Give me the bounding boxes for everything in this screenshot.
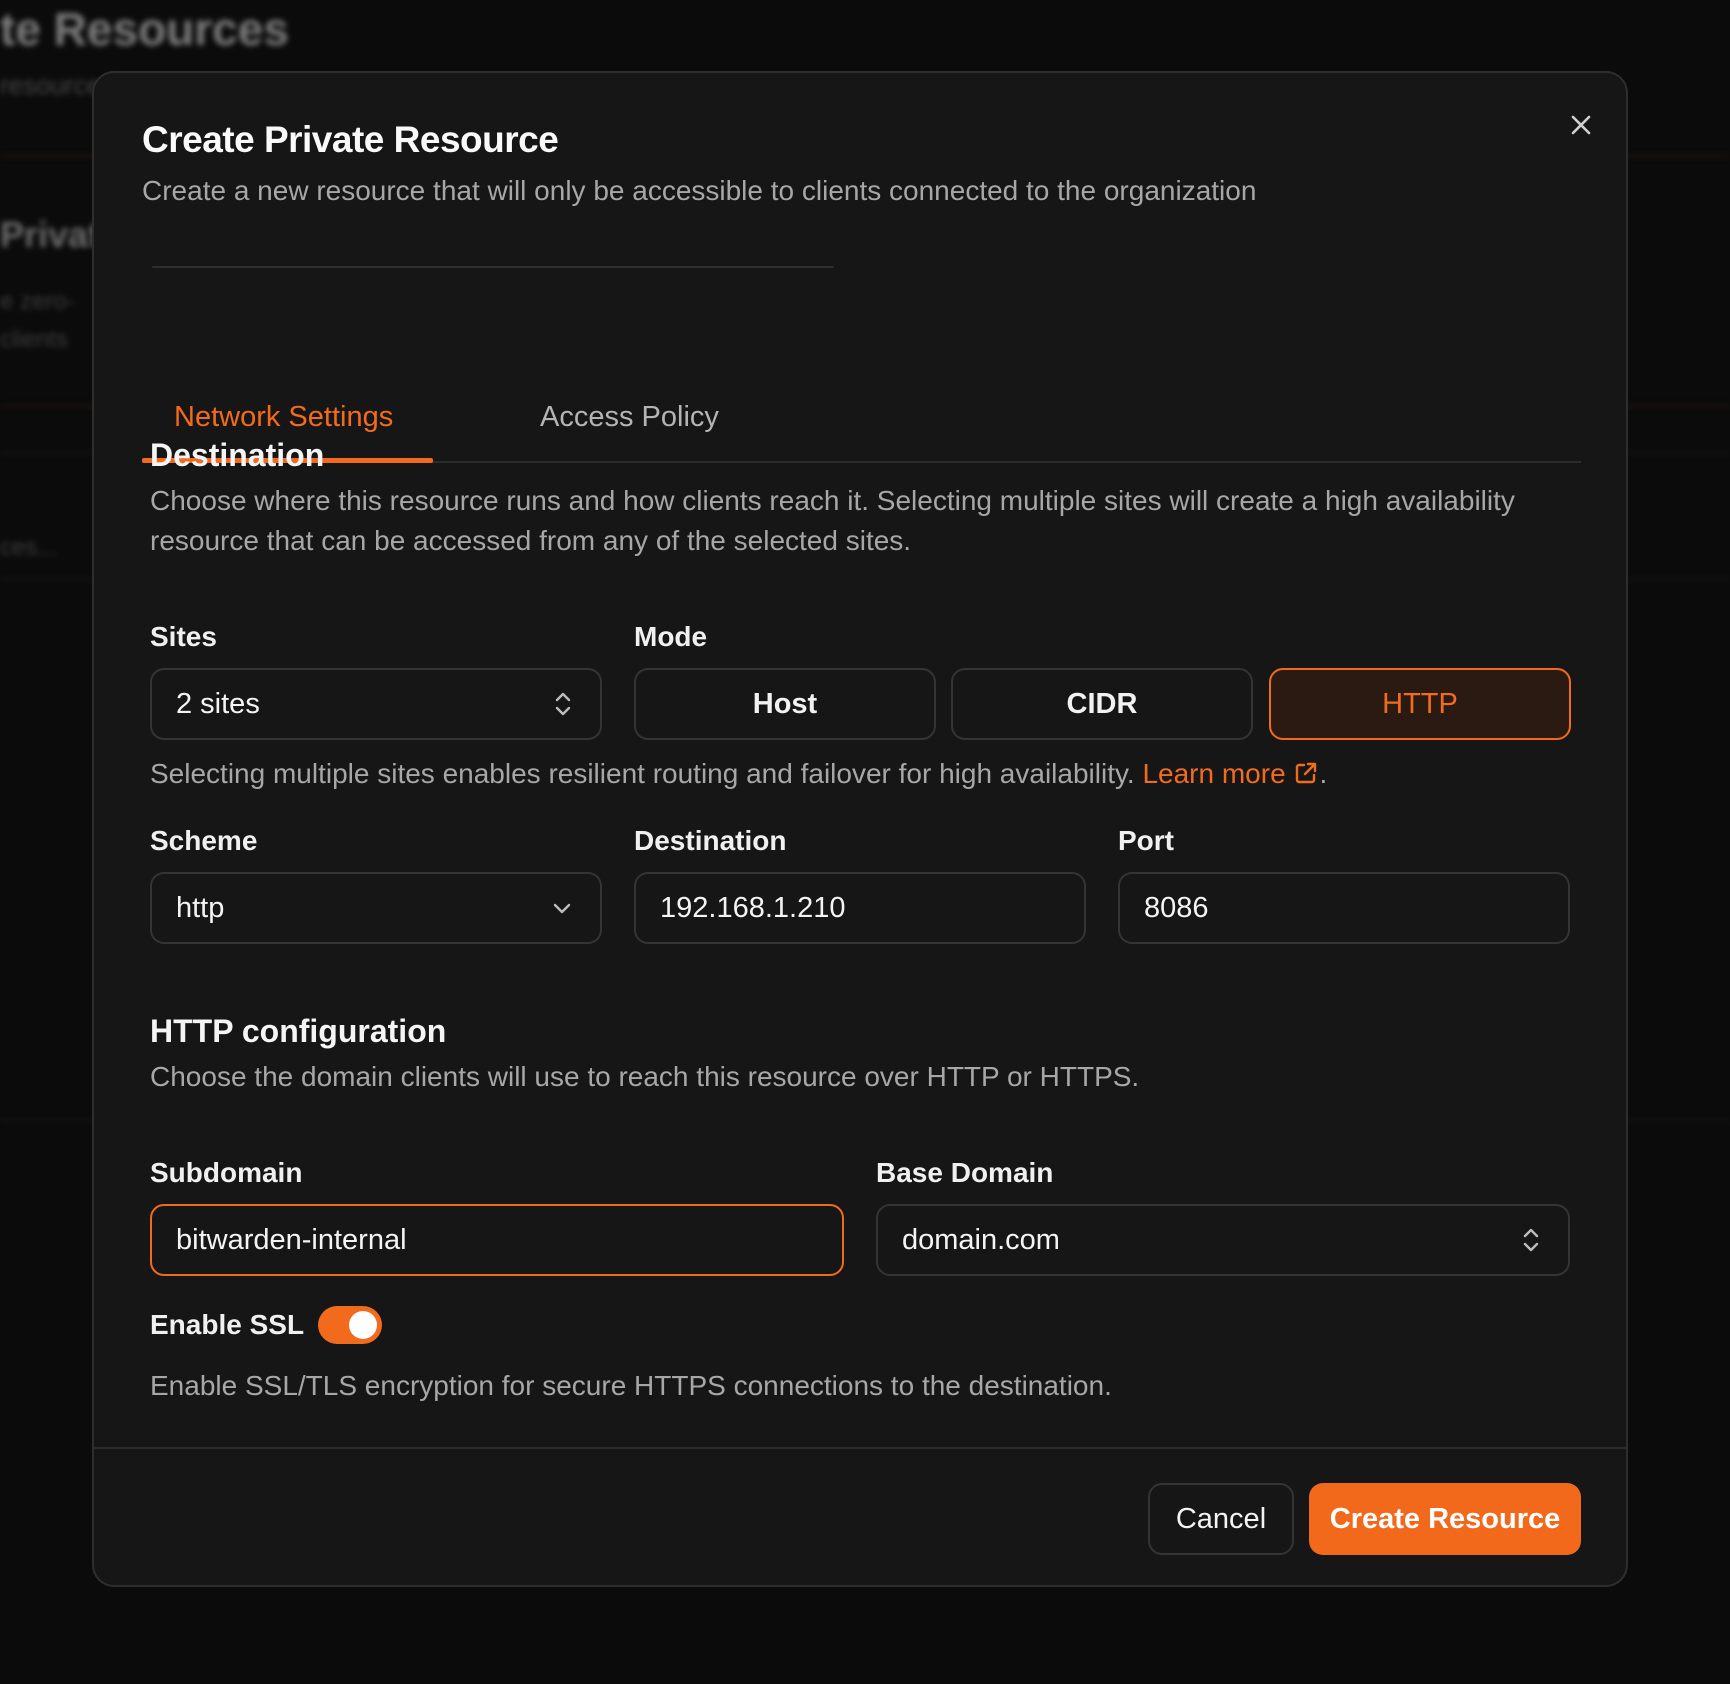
helper-suffix: . xyxy=(1319,758,1328,789)
close-button[interactable] xyxy=(1567,111,1595,139)
create-resource-button[interactable]: Create Resource xyxy=(1309,1483,1581,1555)
dialog-title: Create Private Resource xyxy=(142,119,559,160)
destination-description-line1: Choose where this resource runs and how … xyxy=(150,485,1515,516)
destination-input[interactable]: 192.168.1.210 xyxy=(634,872,1086,944)
scheme-value: http xyxy=(176,891,225,924)
sites-select[interactable]: 2 sites xyxy=(150,668,602,740)
ssl-description: Enable SSL/TLS encryption for secure HTT… xyxy=(150,1370,1112,1401)
toggle-knob xyxy=(349,1311,377,1339)
subdomain-label: Subdomain xyxy=(150,1157,303,1188)
scheme-label: Scheme xyxy=(150,825,258,856)
learn-more-label: Learn more xyxy=(1142,758,1286,789)
background-text: ces... xyxy=(0,534,58,561)
create-resource-dialog: Create Private Resource Create a new res… xyxy=(92,71,1628,1587)
mode-http-button[interactable]: HTTP xyxy=(1269,668,1571,740)
destination-description-line2: resource that can be accessed from any o… xyxy=(150,525,912,556)
subdomain-value: bitwarden-internal xyxy=(176,1223,407,1256)
base-domain-label: Base Domain xyxy=(876,1157,1054,1188)
sites-value: 2 sites xyxy=(176,687,260,720)
port-label: Port xyxy=(1118,825,1174,856)
subdomain-input[interactable]: bitwarden-internal xyxy=(150,1204,844,1276)
http-config-heading: HTTP configuration xyxy=(150,1013,447,1049)
cancel-button[interactable]: Cancel xyxy=(1148,1483,1294,1555)
footer-divider xyxy=(94,1447,1626,1449)
tab-access-policy[interactable]: Access Policy xyxy=(540,401,719,434)
base-domain-select[interactable]: domain.com xyxy=(876,1204,1570,1276)
close-icon xyxy=(1571,115,1591,135)
base-domain-value: domain.com xyxy=(902,1223,1060,1256)
chevrons-up-down-icon xyxy=(1523,1228,1539,1252)
external-link-icon xyxy=(1296,762,1317,784)
destination-heading: Destination xyxy=(150,437,325,473)
helper-text: Selecting multiple sites enables resilie… xyxy=(150,758,1135,789)
mode-host-button[interactable]: Host xyxy=(634,668,936,740)
sites-label: Sites xyxy=(150,621,217,652)
learn-more-link[interactable]: Learn more xyxy=(1142,758,1319,789)
background-title: te Resources xyxy=(0,3,289,55)
enable-ssl-label: Enable SSL xyxy=(150,1309,305,1340)
mode-label: Mode xyxy=(634,621,708,652)
mode-cidr-button[interactable]: CIDR xyxy=(951,668,1253,740)
scroll-divider xyxy=(152,266,834,268)
destination-value: 192.168.1.210 xyxy=(660,891,846,924)
scheme-select[interactable]: http xyxy=(150,872,602,944)
port-input[interactable]: 8086 xyxy=(1118,872,1570,944)
sites-helper-text: Selecting multiple sites enables resilie… xyxy=(150,758,1327,790)
chevron-down-icon xyxy=(553,903,571,914)
chevrons-up-down-icon xyxy=(555,692,571,716)
http-config-description: Choose the domain clients will use to re… xyxy=(150,1061,1140,1092)
background-text: e zero- xyxy=(0,288,75,315)
background-text: clients xyxy=(0,326,69,353)
dialog-subtitle: Create a new resource that will only be … xyxy=(142,175,1257,206)
tab-network-settings[interactable]: Network Settings xyxy=(174,401,393,434)
enable-ssl-toggle[interactable] xyxy=(318,1306,382,1344)
destination-label: Destination xyxy=(634,825,787,856)
tab-bar: Network Settings Access Policy xyxy=(142,373,1581,463)
port-value: 8086 xyxy=(1144,891,1209,924)
